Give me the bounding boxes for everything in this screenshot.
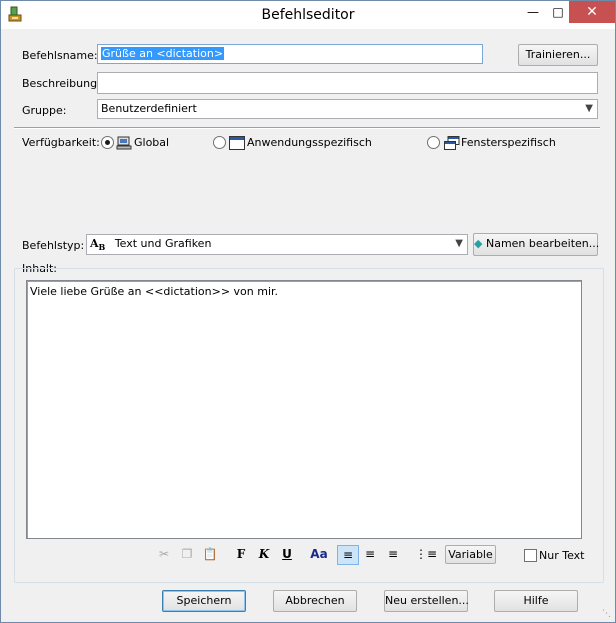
font-button[interactable]: Aa bbox=[307, 545, 331, 563]
availability-label: Verfügbarkeit: bbox=[22, 136, 100, 149]
bullet-list-icon[interactable]: ⋮≡ bbox=[415, 545, 437, 563]
command-type-select[interactable]: AB Text und Grafiken ▼ bbox=[86, 234, 468, 255]
command-name-input[interactable]: Grüße an <dictation> bbox=[97, 44, 483, 64]
availability-window-radio[interactable] bbox=[427, 136, 440, 149]
bold-button[interactable]: F bbox=[232, 545, 250, 563]
command-type-value: Text und Grafiken bbox=[114, 237, 212, 250]
description-label: Beschreibung: bbox=[22, 77, 101, 90]
content-text: Viele liebe Grüße an <<dictation>> von m… bbox=[30, 285, 279, 298]
resize-grip-icon[interactable]: ⋱ bbox=[602, 609, 612, 619]
command-name-value: Grüße an <dictation> bbox=[101, 47, 225, 60]
edit-names-button[interactable]: ◆ Namen bearbeiten... bbox=[473, 233, 600, 256]
edit-names-label: Namen bearbeiten... bbox=[485, 237, 600, 250]
plain-text-label[interactable]: Nur Text bbox=[539, 549, 584, 562]
dialog-body: Befehlsname: Grüße an <dictation> Traini… bbox=[2, 29, 614, 621]
train-button[interactable]: Trainieren... bbox=[518, 44, 598, 66]
paste-icon[interactable]: 📋 bbox=[201, 545, 219, 563]
command-type-label: Befehlstyp: bbox=[22, 239, 85, 252]
availability-global-radio[interactable] bbox=[101, 136, 114, 149]
description-input[interactable] bbox=[97, 72, 598, 94]
availability-global-label[interactable]: Global bbox=[134, 136, 169, 149]
availability-application-label[interactable]: Anwendungsspezifisch bbox=[247, 136, 372, 149]
copy-icon[interactable]: ❐ bbox=[178, 545, 196, 563]
availability-application-radio[interactable] bbox=[213, 136, 226, 149]
maximize-icon[interactable]: □ bbox=[546, 1, 570, 23]
save-button[interactable]: Speichern bbox=[162, 590, 246, 612]
group-value: Benutzerdefiniert bbox=[101, 102, 197, 115]
underline-button[interactable]: U bbox=[278, 545, 296, 563]
content-editor[interactable]: Viele liebe Grüße an <<dictation>> von m… bbox=[26, 280, 582, 539]
help-button[interactable]: Hilfe bbox=[494, 590, 578, 612]
divider bbox=[14, 127, 600, 129]
chevron-down-icon[interactable]: ▼ bbox=[585, 103, 593, 114]
group-select[interactable]: Benutzerdefiniert ▼ bbox=[97, 99, 598, 119]
cut-icon[interactable]: ✂ bbox=[155, 545, 173, 563]
new-button[interactable]: Neu erstellen... bbox=[384, 590, 469, 612]
italic-button[interactable]: K bbox=[255, 545, 273, 563]
tag-icon: ◆ bbox=[474, 237, 483, 250]
align-right-icon[interactable]: ≡ bbox=[384, 545, 402, 563]
close-icon[interactable]: ✕ bbox=[569, 1, 615, 23]
minimize-icon[interactable]: — bbox=[521, 1, 545, 23]
application-window-icon bbox=[229, 136, 245, 150]
command-editor-window: Befehlseditor — □ ✕ Befehlsname: Grüße a… bbox=[0, 0, 616, 623]
plain-text-checkbox[interactable] bbox=[524, 549, 537, 562]
title-bar[interactable]: Befehlseditor — □ ✕ bbox=[1, 1, 615, 29]
cancel-button[interactable]: Abbrechen bbox=[273, 590, 357, 612]
computer-icon bbox=[116, 136, 132, 150]
window-stack-icon bbox=[444, 136, 460, 150]
availability-window-label[interactable]: Fensterspezifisch bbox=[461, 136, 556, 149]
align-left-icon[interactable]: ≡ bbox=[337, 545, 359, 565]
text-graphics-icon: AB bbox=[90, 237, 106, 253]
command-name-label: Befehlsname: bbox=[22, 49, 98, 62]
variable-button[interactable]: Variable bbox=[445, 545, 496, 564]
group-label: Gruppe: bbox=[22, 104, 67, 117]
chevron-down-icon[interactable]: ▼ bbox=[455, 238, 463, 249]
align-center-icon[interactable]: ≡ bbox=[361, 545, 379, 563]
